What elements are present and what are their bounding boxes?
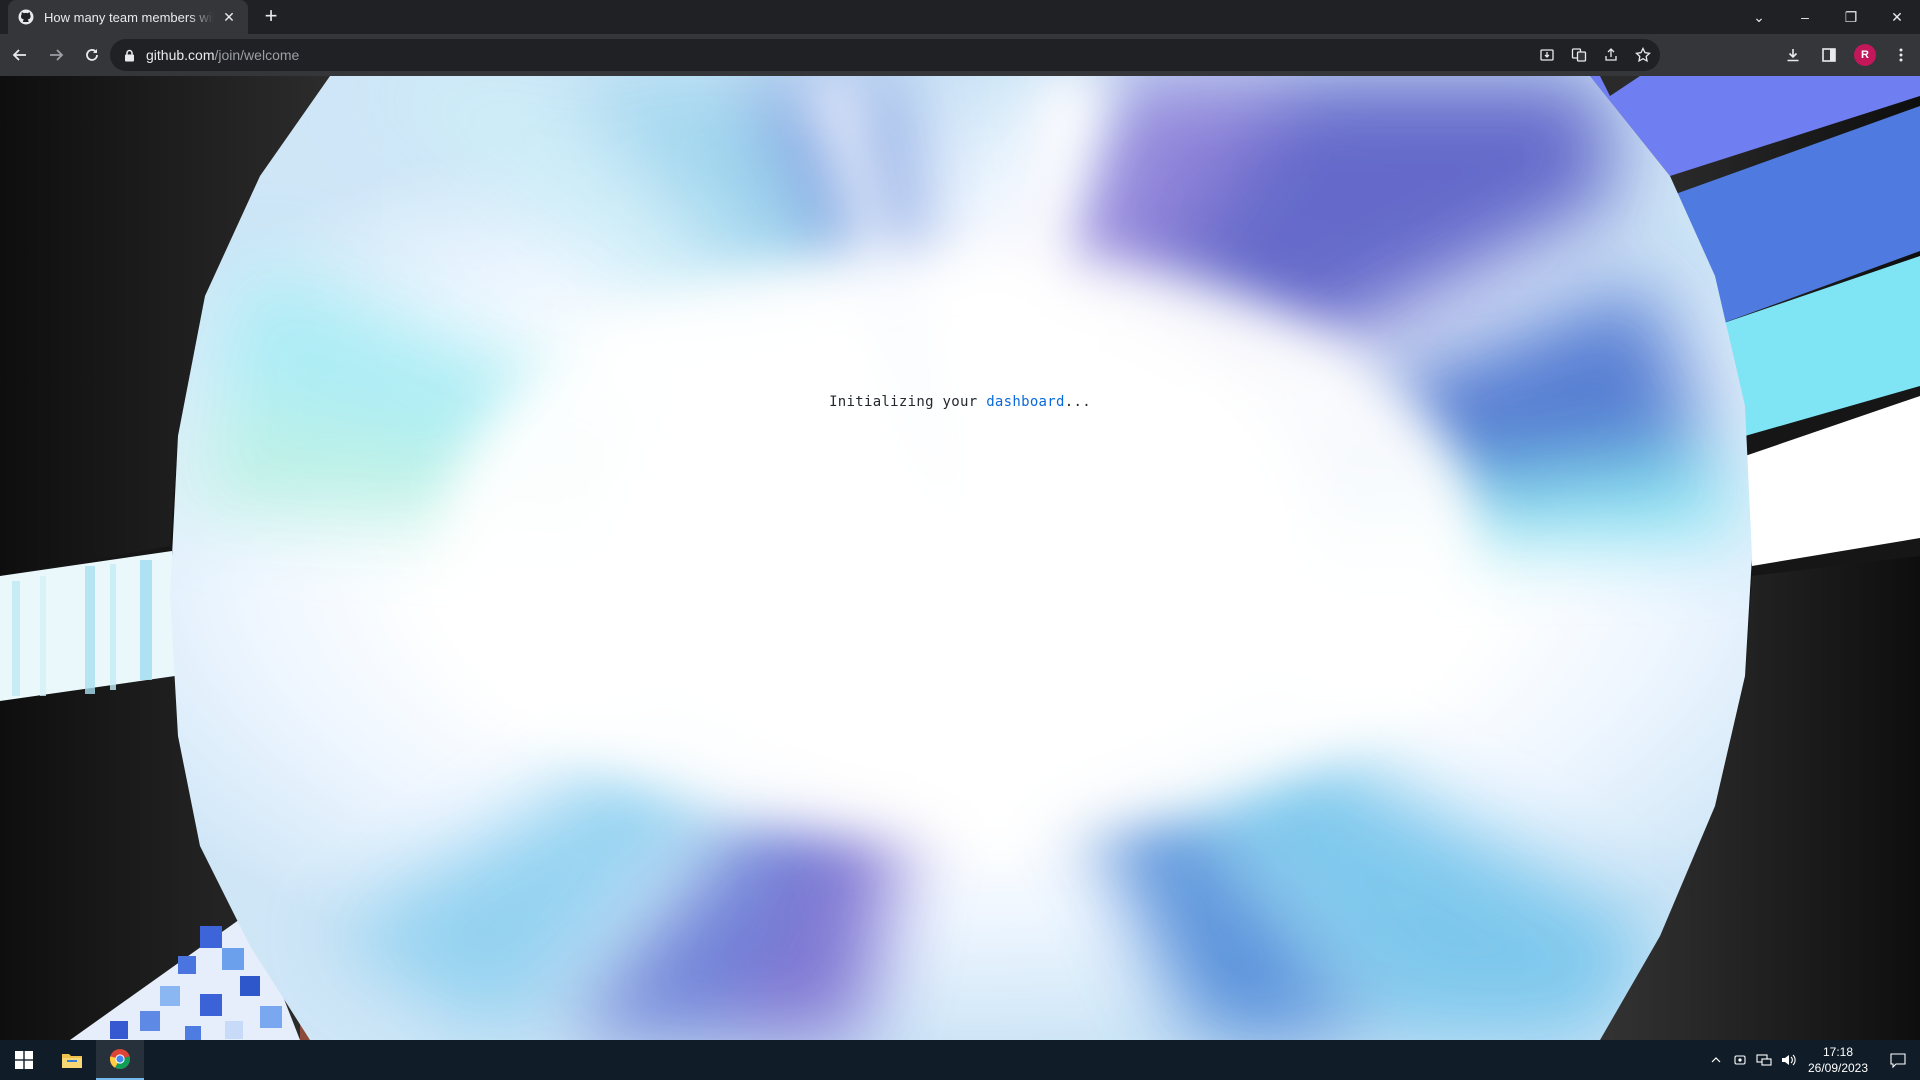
meet-now-icon[interactable] xyxy=(1728,1040,1752,1080)
tab-strip: How many team members will be ✕ + ⌄ – ❐ … xyxy=(0,0,1920,34)
windows-taskbar: 17:18 26/09/2023 xyxy=(0,1040,1920,1080)
system-tray: 17:18 26/09/2023 xyxy=(1704,1040,1920,1080)
reload-icon xyxy=(86,49,98,61)
tab-close-icon[interactable]: ✕ xyxy=(220,8,238,26)
url-host: github.com xyxy=(146,47,215,63)
close-window-button[interactable]: ✕ xyxy=(1874,0,1920,34)
forward-button[interactable] xyxy=(40,39,72,71)
chrome-icon xyxy=(109,1049,131,1070)
clock-time: 17:18 xyxy=(1822,1045,1854,1059)
translate-icon[interactable] xyxy=(1570,46,1588,64)
install-app-icon[interactable] xyxy=(1538,46,1556,64)
github-icon xyxy=(18,9,34,25)
system-clock[interactable]: 17:18 26/09/2023 xyxy=(1800,1044,1876,1076)
loading-message: Initializing your dashboard... xyxy=(0,394,1920,410)
reload-button[interactable] xyxy=(76,39,108,71)
volume-icon[interactable] xyxy=(1776,1040,1800,1080)
tab-title: How many team members will be xyxy=(44,9,214,25)
start-button[interactable] xyxy=(0,1040,48,1080)
bookmark-star-icon[interactable] xyxy=(1634,46,1652,64)
folder-icon xyxy=(62,1054,82,1068)
page-content: Initializing your dashboard... xyxy=(0,76,1920,1040)
browser-tab[interactable]: How many team members will be ✕ xyxy=(8,0,248,34)
downloads-icon[interactable] xyxy=(1782,44,1804,66)
network-icon[interactable] xyxy=(1752,1040,1776,1080)
show-hidden-icons-icon[interactable] xyxy=(1704,1040,1728,1080)
back-arrow-icon xyxy=(12,49,26,61)
tab-search-icon[interactable]: ⌄ xyxy=(1736,0,1782,34)
minimize-button[interactable]: – xyxy=(1782,0,1828,34)
url-path: /join/welcome xyxy=(214,47,300,63)
back-button[interactable] xyxy=(4,39,36,71)
address-bar[interactable]: github.com/join/welcome xyxy=(110,39,1660,71)
clock-date: 26/09/2023 xyxy=(1807,1061,1869,1075)
window-controls: ⌄ – ❐ ✕ xyxy=(1736,0,1920,34)
forward-arrow-icon xyxy=(50,49,64,61)
notification-icon xyxy=(1890,1053,1906,1068)
more-menu-icon[interactable] xyxy=(1890,44,1912,66)
side-panel-icon[interactable] xyxy=(1818,44,1840,66)
browser-toolbar: github.com/join/welcome R xyxy=(0,34,1920,76)
profile-avatar[interactable]: R xyxy=(1854,44,1876,66)
new-tab-button[interactable]: + xyxy=(260,5,282,28)
welcome-animation-canvas xyxy=(0,76,1920,1040)
restore-button[interactable]: ❐ xyxy=(1828,0,1874,34)
windows-logo-icon xyxy=(15,1051,33,1069)
chrome-taskbar-button[interactable] xyxy=(96,1040,144,1080)
dashboard-link[interactable]: dashboard xyxy=(986,394,1065,410)
file-explorer-button[interactable] xyxy=(48,1040,96,1080)
notifications-button[interactable] xyxy=(1876,1040,1920,1080)
share-icon[interactable] xyxy=(1602,46,1620,64)
lock-icon xyxy=(122,48,136,62)
loading-suffix: ... xyxy=(1064,394,1091,410)
loading-prefix: Initializing your xyxy=(829,394,987,410)
